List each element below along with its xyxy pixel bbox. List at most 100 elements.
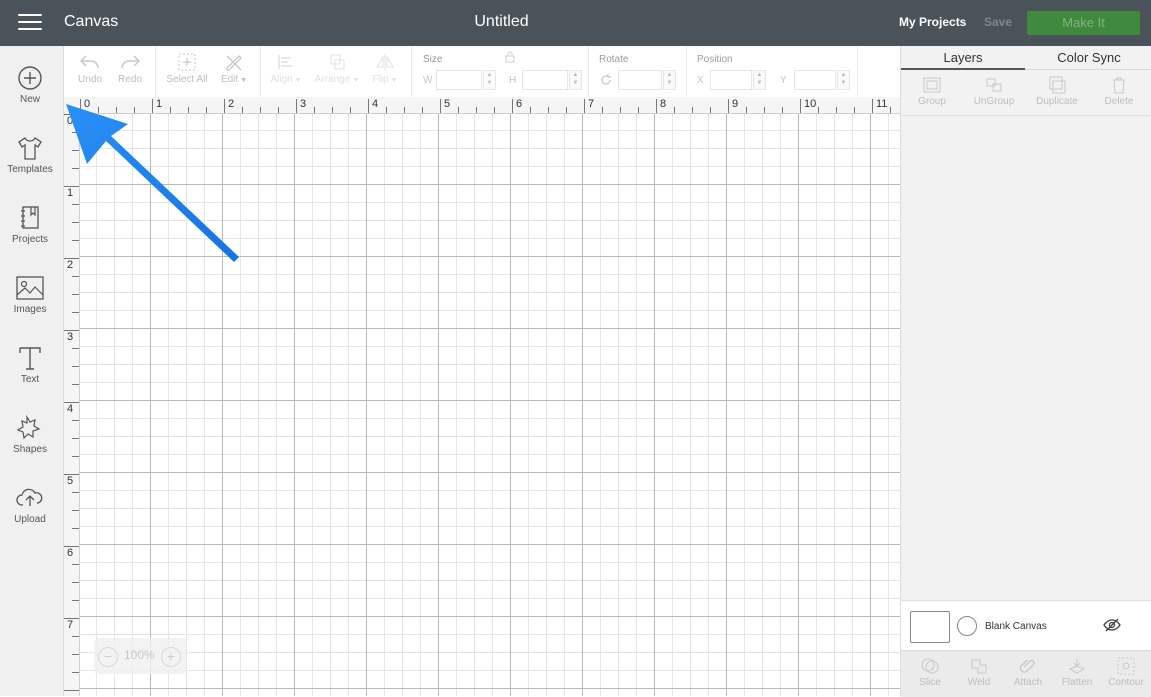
ruler-tick bbox=[746, 107, 747, 113]
select-all-label: Select All bbox=[166, 74, 208, 85]
make-it-button[interactable]: Make It bbox=[1027, 11, 1140, 35]
sidebar-item-shapes[interactable]: Shapes bbox=[0, 414, 60, 474]
rotate-input[interactable] bbox=[618, 70, 662, 90]
sidebar-item-projects[interactable]: Projects bbox=[0, 204, 60, 264]
ruler-tick bbox=[72, 276, 79, 277]
ruler-number: 7 bbox=[588, 98, 595, 110]
ruler-tick bbox=[188, 107, 189, 113]
ruler-tick bbox=[872, 99, 873, 113]
eye-hidden-icon[interactable] bbox=[1103, 617, 1121, 633]
blank-canvas-layer[interactable]: Blank Canvas bbox=[901, 600, 1151, 651]
tab-layers[interactable]: Layers bbox=[901, 46, 1025, 70]
duplicate-label: Duplicate bbox=[1036, 96, 1078, 107]
weld-button[interactable]: Weld bbox=[955, 657, 1003, 688]
ruler-tick bbox=[64, 618, 79, 619]
ruler-tick bbox=[72, 636, 79, 637]
flatten-button[interactable]: Flatten bbox=[1053, 657, 1101, 688]
y-input[interactable] bbox=[794, 70, 836, 90]
ruler-tick bbox=[98, 107, 99, 113]
canvas-swatch[interactable] bbox=[910, 611, 950, 643]
sidebar-item-upload[interactable]: Upload bbox=[0, 484, 60, 544]
undo-button[interactable]: Undo bbox=[76, 53, 104, 85]
sidebar-item-images[interactable]: Images bbox=[0, 274, 60, 334]
arrange-menu-button[interactable]: Arrange ▼ bbox=[312, 53, 362, 85]
x-input[interactable] bbox=[710, 70, 752, 90]
ruler-tick bbox=[638, 107, 639, 113]
ruler-number: 3 bbox=[300, 98, 307, 110]
ruler-number: 7 bbox=[67, 619, 74, 631]
ruler-tick bbox=[260, 107, 261, 113]
sidebar-item-text[interactable]: Text bbox=[0, 344, 60, 404]
ruler-number: 1 bbox=[67, 187, 74, 199]
select-all-button[interactable]: Select All bbox=[164, 53, 210, 85]
ruler-tick bbox=[64, 402, 79, 403]
sidebar-item-templates[interactable]: Templates bbox=[0, 134, 60, 194]
rotate-stepper[interactable]: ▲ ▼ bbox=[663, 70, 676, 90]
slice-button[interactable]: Slice bbox=[906, 657, 954, 688]
redo-icon bbox=[121, 55, 141, 69]
ruler-tick bbox=[72, 582, 79, 583]
x-stepper[interactable]: ▲ ▼ bbox=[753, 70, 766, 90]
ruler-tick bbox=[278, 107, 279, 113]
ruler-tick bbox=[116, 107, 117, 113]
ruler-number: 6 bbox=[67, 547, 74, 559]
ruler-tick bbox=[72, 672, 79, 673]
my-projects-link[interactable]: My Projects bbox=[899, 15, 966, 29]
ruler-tick bbox=[72, 438, 79, 439]
ungroup-icon bbox=[986, 78, 1002, 92]
weld-icon bbox=[971, 659, 987, 674]
ruler-tick bbox=[602, 107, 603, 113]
flip-menu-button[interactable]: Flip ▼ bbox=[368, 53, 402, 85]
select-all-icon bbox=[178, 53, 196, 71]
ruler-number: 2 bbox=[67, 259, 74, 271]
ruler-tick bbox=[72, 492, 79, 493]
width-input[interactable] bbox=[436, 70, 482, 90]
rotate-icon bbox=[601, 74, 611, 85]
canvas-grid[interactable] bbox=[80, 114, 900, 696]
duplicate-button[interactable]: Duplicate bbox=[1029, 76, 1085, 107]
ruler-tick bbox=[512, 99, 513, 113]
width-stepper[interactable]: ▲ ▼ bbox=[483, 70, 496, 90]
lock-icon[interactable] bbox=[504, 51, 516, 63]
canvas-color-circle[interactable] bbox=[957, 616, 977, 636]
ruler-tick bbox=[710, 107, 711, 113]
design-canvas[interactable]: 0 1 2 3 4 5 6 7 8 9 10 11 0 1 2 3 4 5 6 7 − 100% + bbox=[64, 97, 900, 696]
blank-canvas-label: Blank Canvas bbox=[985, 621, 1047, 632]
y-stepper[interactable]: ▲ ▼ bbox=[837, 70, 850, 90]
ruler-tick bbox=[890, 107, 891, 113]
zoom-in-button[interactable]: + bbox=[161, 647, 181, 667]
sidebar-item-new[interactable]: New bbox=[0, 64, 60, 124]
ruler-tick bbox=[620, 107, 621, 113]
tab-color-sync[interactable]: Color Sync bbox=[1026, 46, 1151, 68]
height-stepper[interactable]: ▲ ▼ bbox=[569, 70, 582, 90]
ungroup-button[interactable]: UnGroup bbox=[966, 76, 1022, 107]
ruler-tick bbox=[548, 107, 549, 113]
ruler-tick bbox=[72, 348, 79, 349]
zoom-out-button[interactable]: − bbox=[98, 647, 118, 667]
save-button[interactable]: Save bbox=[984, 15, 1012, 29]
edit-menu-button[interactable]: Edit ▼ bbox=[216, 53, 252, 85]
attach-label: Attach bbox=[1013, 677, 1043, 688]
ruler-tick bbox=[350, 107, 351, 113]
tshirt-icon bbox=[18, 137, 42, 160]
attach-button[interactable]: Attach bbox=[1004, 657, 1052, 688]
edit-label: Edit bbox=[220, 74, 239, 85]
toolbar-divider bbox=[155, 46, 156, 97]
ruler-tick bbox=[72, 312, 79, 313]
ruler-tick bbox=[72, 132, 79, 133]
edit-toolbar: Undo Redo Select All Edit ▼ Align ▼ Arra… bbox=[64, 46, 900, 98]
ruler-tick bbox=[72, 528, 79, 529]
left-ruler: 0 1 2 3 4 5 6 7 bbox=[64, 113, 80, 696]
document-title[interactable]: Untitled bbox=[0, 13, 1003, 31]
group-button[interactable]: Group bbox=[904, 76, 960, 107]
align-icon bbox=[278, 55, 292, 69]
delete-button[interactable]: Delete bbox=[1091, 76, 1147, 107]
contour-button[interactable]: Contour bbox=[1102, 657, 1150, 688]
ruler-tick bbox=[72, 600, 79, 601]
align-menu-button[interactable]: Align ▼ bbox=[267, 53, 305, 85]
group-icon bbox=[923, 77, 941, 93]
height-input[interactable] bbox=[522, 70, 568, 90]
ruler-number: 2 bbox=[228, 98, 235, 110]
redo-button[interactable]: Redo bbox=[116, 53, 144, 85]
sidebar-item-label: Shapes bbox=[13, 444, 47, 455]
